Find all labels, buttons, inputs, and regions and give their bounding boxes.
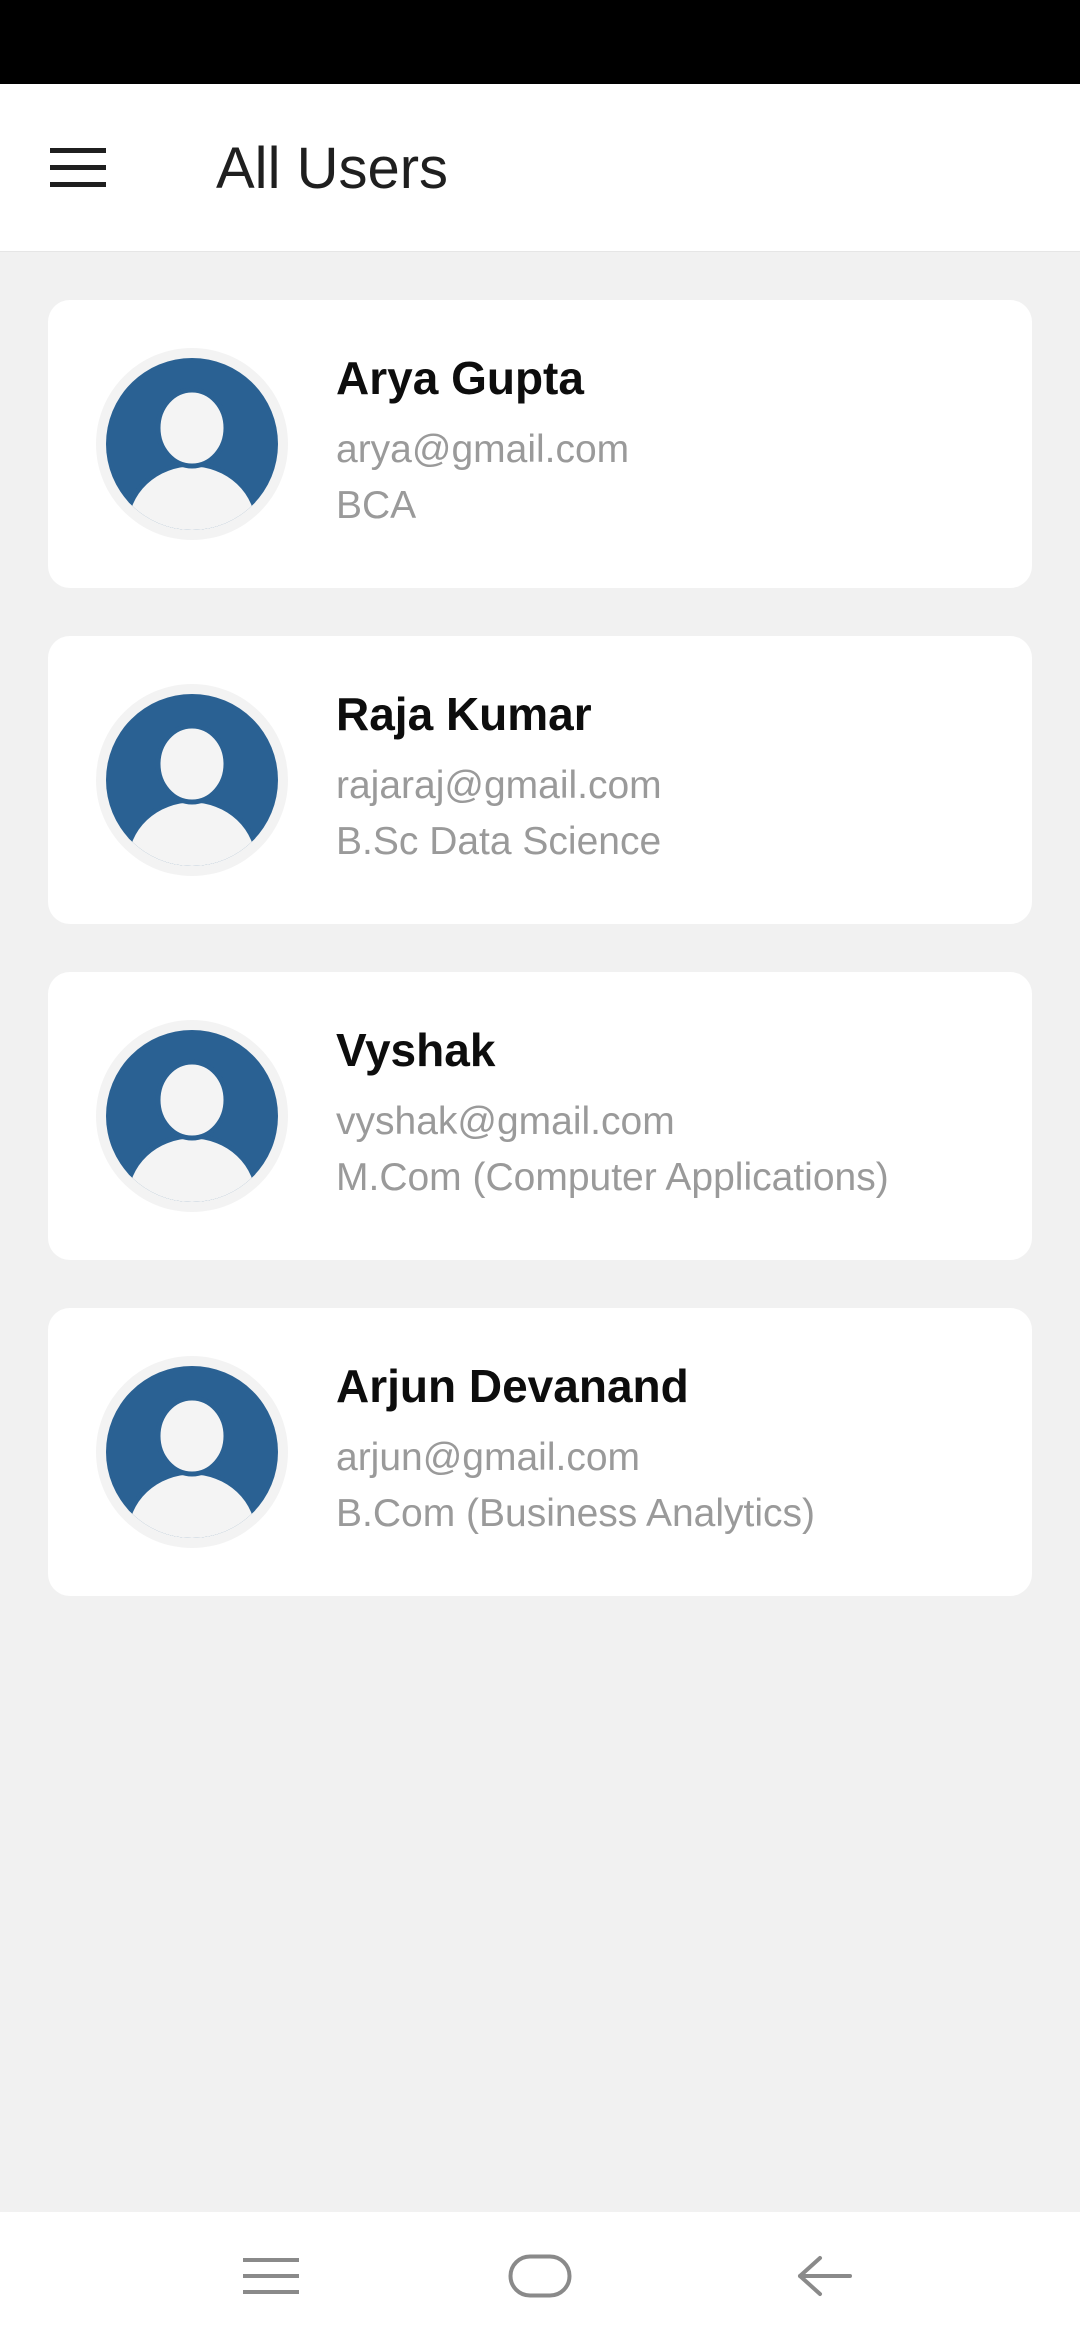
recents-icon	[243, 2258, 299, 2294]
home-button[interactable]	[480, 2236, 600, 2316]
avatar	[96, 348, 288, 540]
back-arrow-icon	[798, 2256, 852, 2296]
menu-button[interactable]	[32, 132, 124, 204]
status-bar	[0, 0, 1080, 84]
avatar	[96, 1356, 288, 1548]
recents-button[interactable]	[211, 2236, 331, 2316]
user-card[interactable]: Raja Kumar rajaraj@gmail.com B.Sc Data S…	[48, 636, 1032, 924]
user-course: B.Sc Data Science	[336, 820, 662, 863]
user-course: B.Com (Business Analytics)	[336, 1492, 815, 1535]
page-title: All Users	[216, 136, 449, 201]
system-nav-bar	[0, 2212, 1080, 2340]
user-card[interactable]: Vyshak vyshak@gmail.com M.Com (Computer …	[48, 972, 1032, 1260]
avatar	[96, 684, 288, 876]
user-list: Arya Gupta arya@gmail.com BCA Raja Kumar…	[48, 300, 1032, 1644]
avatar	[96, 1020, 288, 1212]
user-name: Vyshak	[336, 1024, 496, 1076]
back-button[interactable]	[764, 2236, 884, 2316]
user-name: Arjun Devanand	[336, 1360, 689, 1412]
user-email: vyshak@gmail.com	[336, 1100, 675, 1143]
user-email: rajaraj@gmail.com	[336, 764, 662, 807]
user-name: Arya Gupta	[336, 352, 584, 404]
user-avatar-icon	[106, 1366, 278, 1538]
user-course: BCA	[336, 484, 417, 527]
user-course: M.Com (Computer Applications)	[336, 1156, 889, 1199]
user-card[interactable]: Arya Gupta arya@gmail.com BCA	[48, 300, 1032, 588]
user-avatar-icon	[106, 358, 278, 530]
user-email: arjun@gmail.com	[336, 1436, 641, 1479]
user-email: arya@gmail.com	[336, 428, 630, 471]
screen: All Users Arya Gupta arya@gmail.com BCA	[0, 0, 1080, 2340]
user-card[interactable]: Arjun Devanand arjun@gmail.com B.Com (Bu…	[48, 1308, 1032, 1596]
hamburger-menu-icon	[50, 148, 106, 187]
app-bar: All Users	[0, 84, 1080, 252]
user-name: Raja Kumar	[336, 688, 592, 740]
user-avatar-icon	[106, 1030, 278, 1202]
home-icon	[508, 2254, 572, 2298]
user-avatar-icon	[106, 694, 278, 866]
